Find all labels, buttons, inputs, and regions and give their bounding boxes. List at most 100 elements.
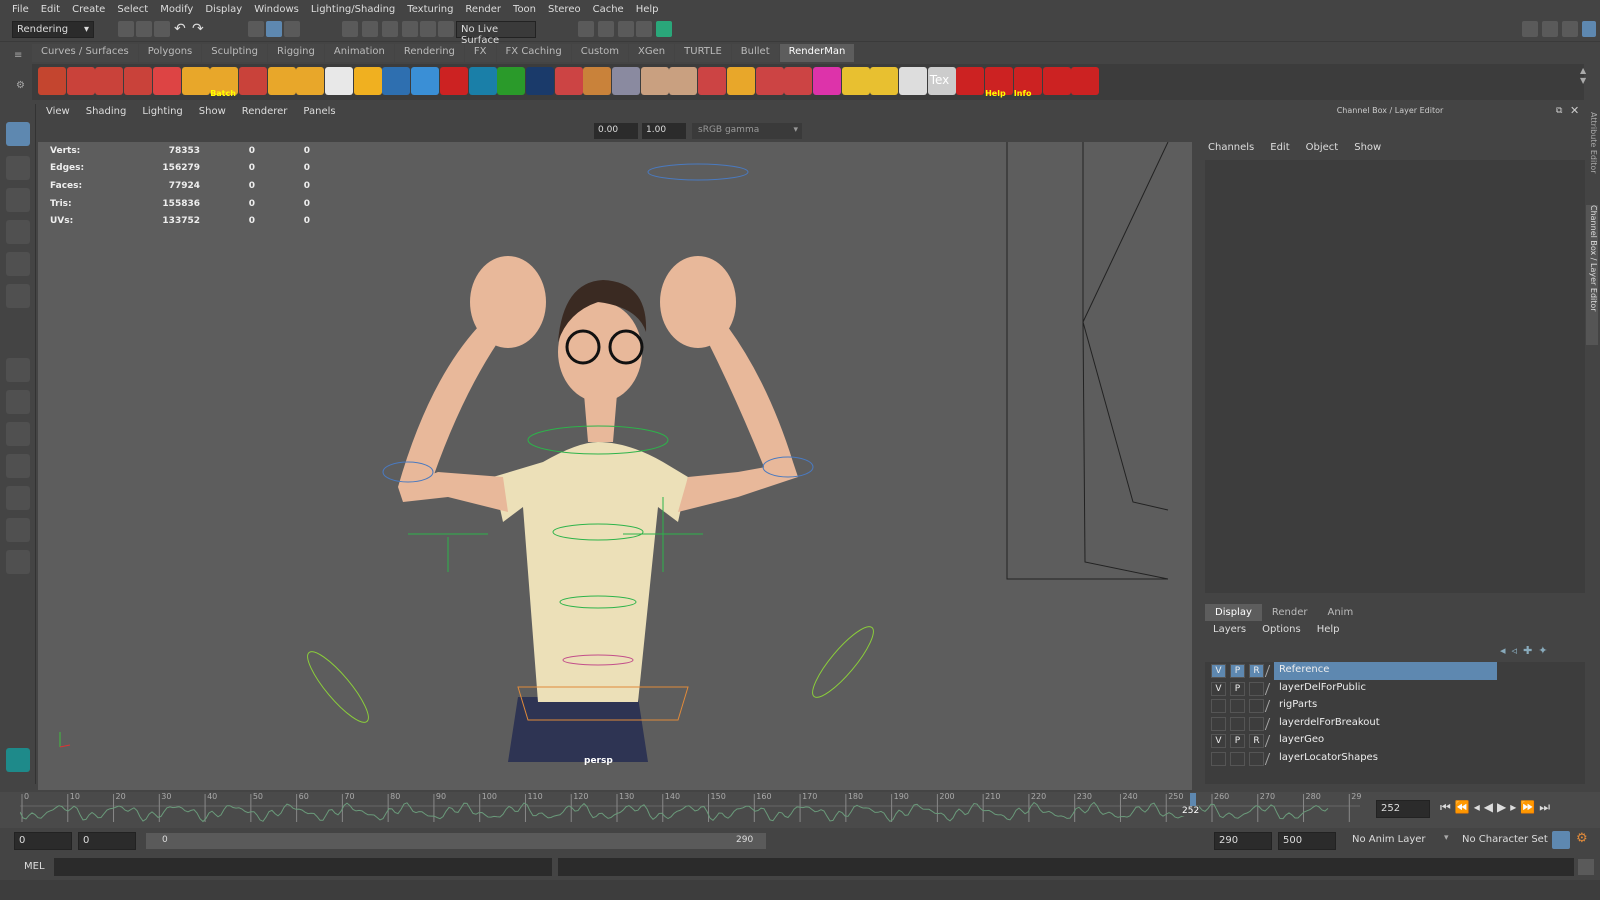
layer-toggle-r[interactable] [1249, 699, 1264, 714]
move-layer-down-icon[interactable]: ◃ [1512, 644, 1518, 657]
shelf-tab-custom[interactable]: Custom [571, 44, 629, 62]
gamma-field[interactable]: 1.00 [642, 123, 686, 139]
layer-toggle-p[interactable]: P [1230, 664, 1245, 678]
crosshair-icon[interactable] [956, 67, 985, 95]
layer-row[interactable]: V PlayerDelForPublic [1205, 680, 1585, 698]
graph-persp-layout-icon[interactable] [6, 486, 30, 510]
time-slider[interactable]: 0 10 20 30 40 50 60 70 80 90 100 110 120 130 140 150 160… [0, 792, 1600, 828]
shelf-tab-rendering[interactable]: Rendering [394, 44, 464, 62]
layer-toggle-v[interactable]: V [1211, 734, 1226, 749]
layer-toggle-p[interactable]: P [1230, 734, 1245, 749]
layer-toggle-v[interactable]: V [1211, 681, 1226, 696]
environment-light-icon[interactable] [439, 67, 468, 95]
help-button-icon[interactable] [1071, 67, 1100, 95]
menuset-dropdown[interactable]: Rendering ▾ [12, 21, 94, 38]
select-object-icon[interactable] [266, 21, 282, 37]
menu-select[interactable]: Select [111, 4, 154, 15]
snap-grid-icon[interactable] [342, 21, 358, 37]
ris-settings-icon[interactable] [296, 67, 325, 95]
save-scene-icon[interactable] [154, 21, 170, 37]
channel-list[interactable] [1205, 160, 1585, 593]
layer-toggle-r[interactable] [1249, 716, 1264, 731]
shelf-tab-bullet[interactable]: Bullet [731, 44, 779, 62]
render-settings-icon[interactable] [636, 21, 652, 37]
shelf-tab-xgen[interactable]: XGen [629, 44, 675, 62]
layer-toggle-v[interactable]: V [1211, 664, 1226, 678]
layer-row[interactable]: rigParts [1205, 697, 1585, 715]
undo-icon[interactable]: ↶ [174, 21, 190, 37]
layer-toggle-p[interactable] [1230, 752, 1245, 766]
menu-toon[interactable]: Toon [507, 4, 542, 15]
dome-light-icon[interactable] [583, 67, 612, 95]
select-tool-icon[interactable] [6, 122, 30, 146]
scene-end-field[interactable]: 500 [1278, 832, 1336, 850]
layer-toggle-p[interactable]: P [1230, 681, 1245, 696]
ipr-icon[interactable] [267, 67, 296, 95]
sphere-blue-icon[interactable] [525, 67, 554, 95]
lasso-tool-icon[interactable] [6, 156, 30, 180]
menu-modify[interactable]: Modify [154, 4, 199, 15]
snap-point-icon[interactable] [382, 21, 398, 37]
shelf-tab-fx[interactable]: FX [464, 44, 496, 62]
layer-toggle-v[interactable] [1211, 716, 1226, 731]
tab-display[interactable]: Display [1205, 604, 1262, 621]
step-back-key-icon[interactable]: ⏪ [1455, 800, 1470, 815]
sphere-green-icon[interactable] [554, 67, 583, 95]
script-editor-icon[interactable] [1578, 859, 1594, 875]
menu-cache[interactable]: Cache [587, 4, 630, 15]
snap-surface-icon[interactable] [420, 21, 436, 37]
channelbox-menu-object[interactable]: Object [1298, 142, 1347, 153]
close-icon[interactable]: ✕ [1570, 104, 1579, 117]
menu-file[interactable]: File [6, 4, 35, 15]
gear-shader-icon[interactable] [755, 67, 784, 95]
layer-toggle-p[interactable] [1230, 699, 1245, 714]
layer-row[interactable]: layerLocatorShapes [1205, 750, 1585, 768]
layer-color-icon[interactable] [1264, 717, 1280, 730]
menu-render[interactable]: Render [459, 4, 507, 15]
viewport-3d[interactable]: Verts: 78353 0 0 Edges: 156279 0 0 Faces: 77924 0 0… [38, 142, 1192, 790]
light-icon-icon[interactable] [411, 67, 440, 95]
hider-icon[interactable] [325, 67, 353, 95]
menu-display[interactable]: Display [199, 4, 248, 15]
paint-select-icon[interactable] [6, 188, 30, 212]
menu-edit[interactable]: Edit [35, 4, 66, 15]
colorspace-dropdown[interactable]: sRGB gamma ▾ [692, 123, 802, 139]
redo-icon[interactable]: ↷ [192, 21, 208, 37]
layer-toggle-r[interactable] [1249, 752, 1264, 766]
move-tool-icon[interactable] [6, 220, 30, 244]
play-forward-icon[interactable]: ▶ [1497, 800, 1506, 815]
channelbox-menu-edit[interactable]: Edit [1262, 142, 1297, 153]
viewport-menu-lighting[interactable]: Lighting [134, 106, 190, 122]
step-forward-frame-icon[interactable]: ▸ [1510, 800, 1516, 815]
render-batch-frame-icon[interactable] [95, 67, 124, 95]
dial-settings-2-icon[interactable] [669, 67, 698, 95]
rib-archive-icon[interactable] [612, 67, 640, 95]
menu-texturing[interactable]: Texturing [401, 4, 459, 15]
menu-windows[interactable]: Windows [248, 4, 305, 15]
render-view-icon[interactable] [578, 21, 594, 37]
anim-layer-dropdown[interactable]: No Anim Layer [1352, 834, 1452, 845]
step-back-frame-icon[interactable]: ◂ [1474, 800, 1480, 815]
outliner-persp-layout-icon[interactable] [6, 454, 30, 478]
shelf-tab-polygons[interactable]: Polygons [138, 44, 202, 62]
shelf-menu-icon[interactable]: ≡ [14, 50, 22, 61]
hypershade-layout-icon[interactable] [6, 518, 30, 542]
custom-layout-icon[interactable] [6, 550, 30, 574]
workspace-layout-icon[interactable] [1522, 21, 1538, 37]
rotate-tool-icon[interactable] [6, 252, 30, 276]
light-bulb-icon[interactable] [899, 67, 927, 95]
go-to-end-icon[interactable]: ⏭ [1539, 800, 1550, 815]
layer-menu-help[interactable]: Help [1309, 624, 1348, 635]
menu-stereo[interactable]: Stereo [542, 4, 587, 15]
hand-icon-icon[interactable] [784, 67, 813, 95]
render-globals-icon[interactable] [38, 67, 66, 95]
chevron-down-icon[interactable]: ▾ [1444, 833, 1449, 843]
viewport-menu-view[interactable]: View [38, 106, 78, 122]
channelbox-menu-show[interactable]: Show [1346, 142, 1389, 153]
float-panel-icon[interactable]: ⧉ [1556, 106, 1562, 116]
range-slider[interactable]: 0 290 [146, 833, 766, 849]
layer-toggle-v[interactable] [1211, 699, 1226, 714]
viewport-menu-renderer[interactable]: Renderer [234, 106, 296, 122]
new-scene-icon[interactable] [118, 21, 134, 37]
auto-key-icon[interactable] [1552, 831, 1570, 849]
